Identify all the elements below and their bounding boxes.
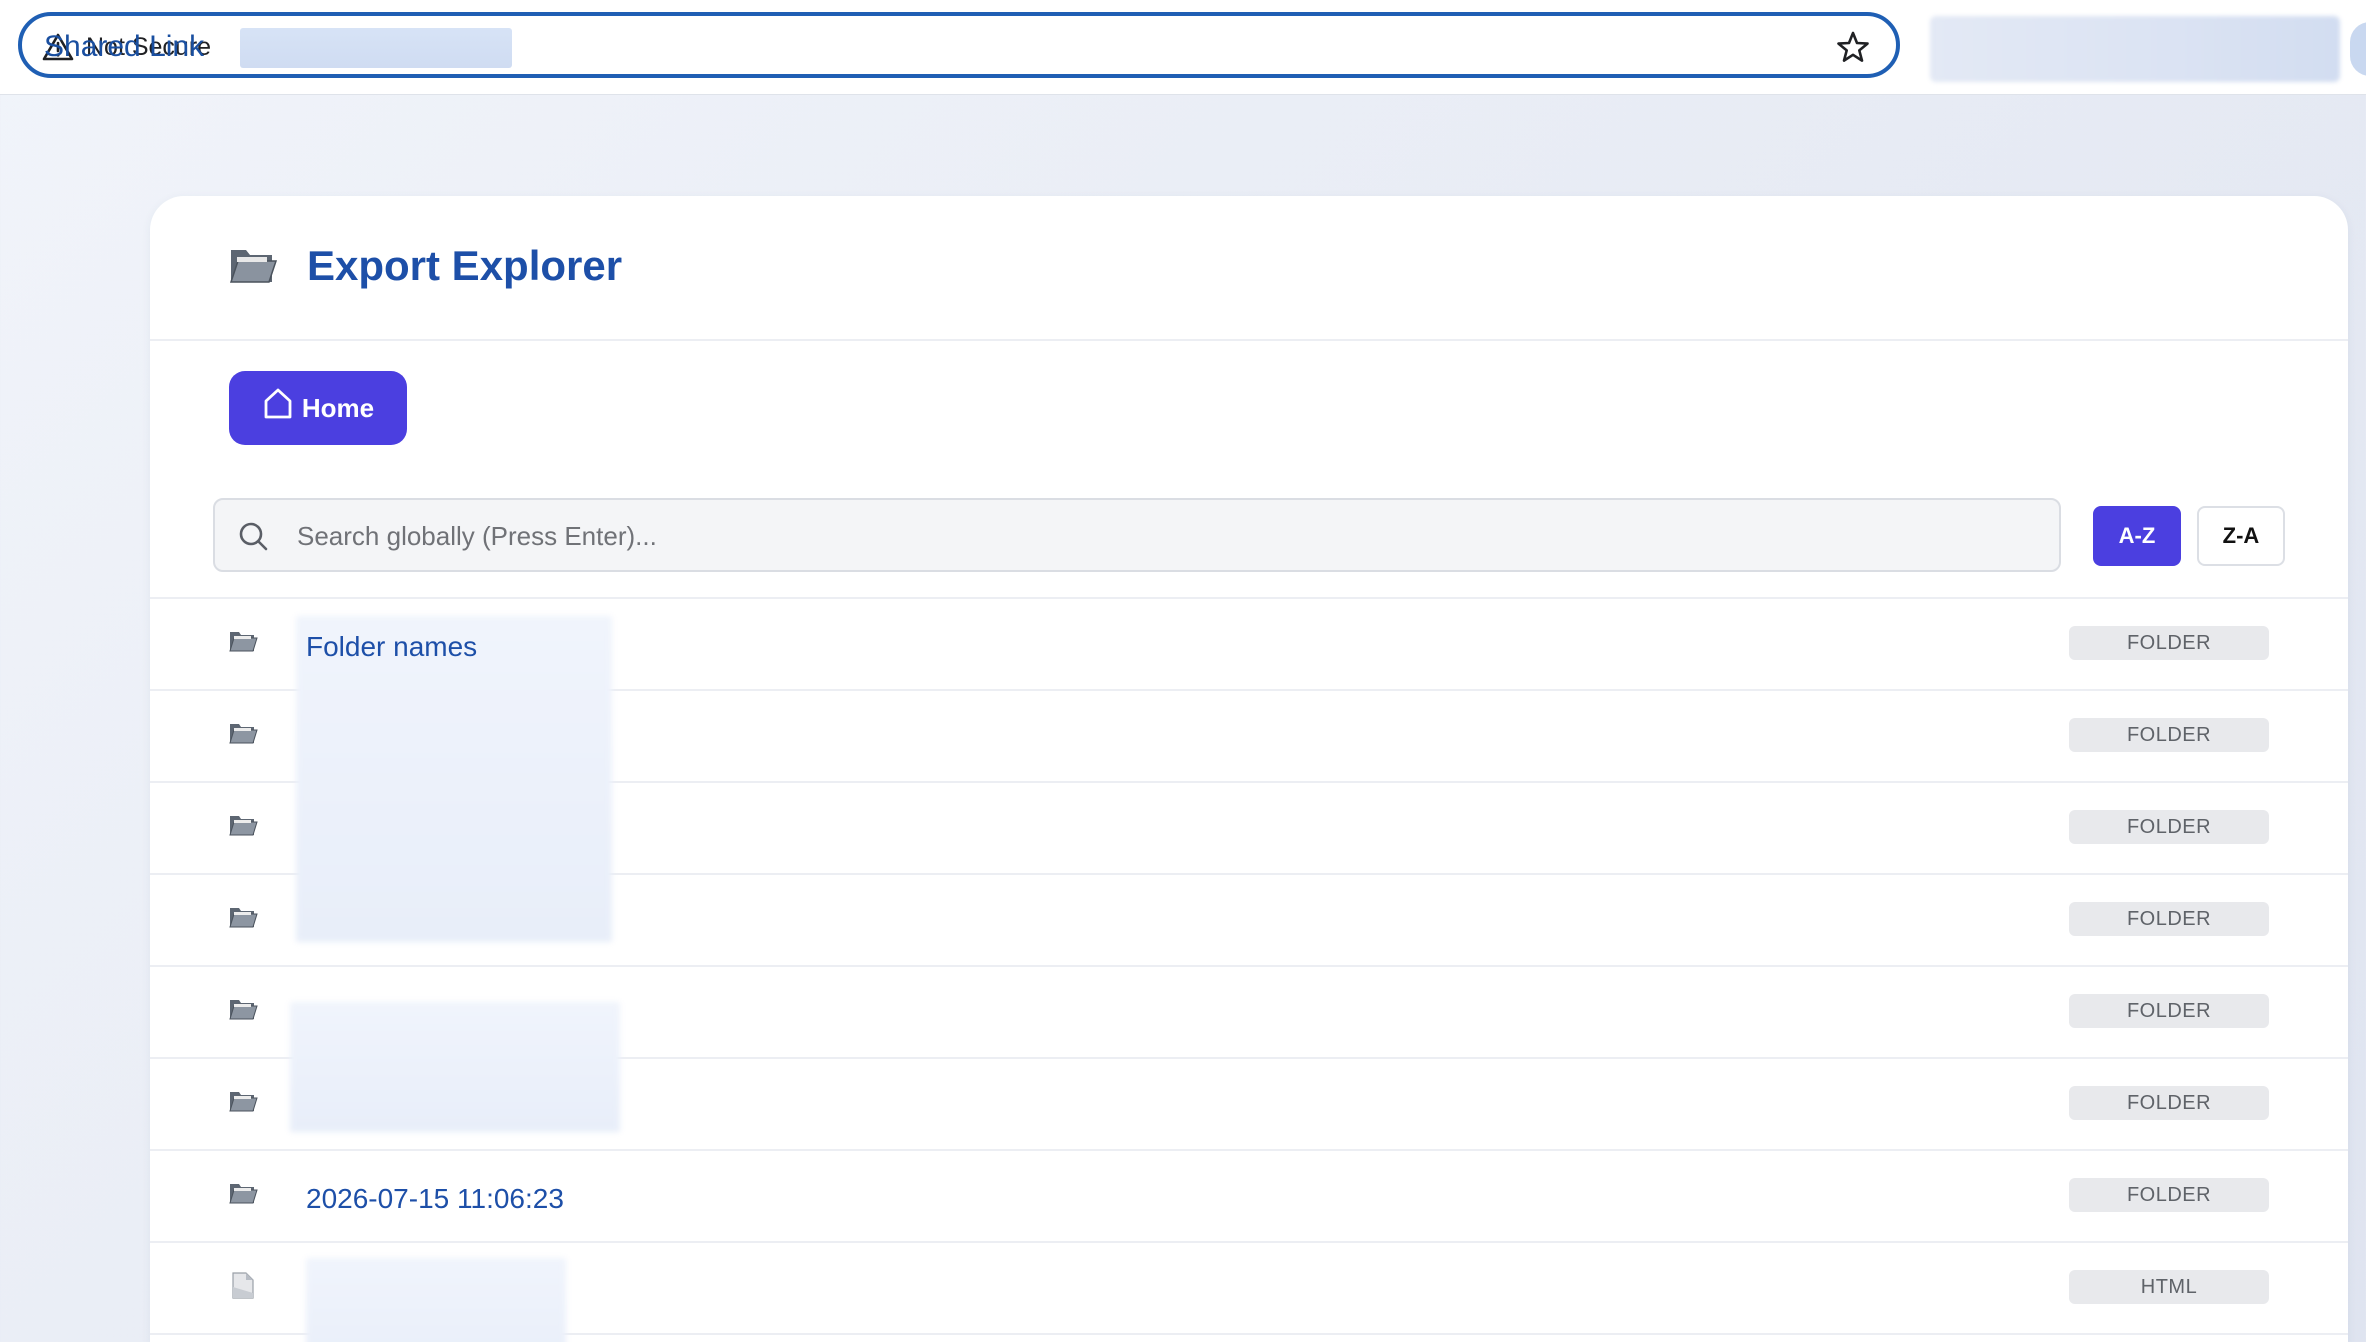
folder-row[interactable]: 2026-07-15 11:06:23 FOLDER [150, 1151, 2348, 1243]
file-icon [232, 1272, 254, 1299]
search-input[interactable] [295, 510, 2039, 562]
folder-icon [229, 1000, 258, 1020]
folder-icon [229, 1092, 258, 1112]
page-title: Export Explorer [307, 242, 623, 289]
entry-name[interactable]: 2026-07-15 11:06:23 [306, 1183, 564, 1215]
entry-name[interactable]: Folder names [306, 631, 477, 663]
type-badge: FOLDER [2069, 1086, 2269, 1120]
home-button[interactable]: Home [229, 371, 407, 445]
bookmark-star-icon[interactable] [1836, 30, 1870, 64]
type-badge: FOLDER [2069, 810, 2269, 844]
profile-avatar[interactable] [2350, 22, 2366, 76]
browser-toolbar: Not Secure Shared Link [0, 0, 2366, 95]
sort-za-button[interactable]: Z-A [2197, 506, 2285, 566]
folder-icon [229, 724, 258, 744]
open-folder-icon [229, 250, 278, 283]
redacted-names-3 [306, 1258, 566, 1342]
search-icon [239, 522, 268, 551]
explorer-card: Export Explorer Home A-Z Z-A Folder name… [150, 196, 2348, 1342]
folder-icon [229, 816, 258, 836]
card-header: Export Explorer [150, 196, 2348, 341]
address-bar[interactable]: Not Secure Shared Link [18, 12, 1900, 78]
folder-icon [229, 632, 258, 652]
folder-icon [229, 908, 258, 928]
profile-area-redacted [1930, 16, 2340, 82]
type-badge: FOLDER [2069, 718, 2269, 752]
type-badge: FOLDER [2069, 994, 2269, 1028]
folder-icon [229, 1184, 258, 1204]
url-text[interactable]: Shared Link [44, 30, 204, 64]
type-badge: FOLDER [2069, 626, 2269, 660]
type-badge: FOLDER [2069, 902, 2269, 936]
type-badge: FOLDER [2069, 1178, 2269, 1212]
global-search[interactable] [213, 498, 2061, 572]
home-icon [264, 388, 292, 419]
type-badge: HTML [2069, 1270, 2269, 1304]
home-label: Home [301, 392, 375, 423]
url-highlight [240, 28, 512, 68]
redacted-names-2 [290, 1002, 620, 1132]
sort-az-button[interactable]: A-Z [2093, 506, 2181, 566]
redacted-names-1 [296, 616, 612, 942]
